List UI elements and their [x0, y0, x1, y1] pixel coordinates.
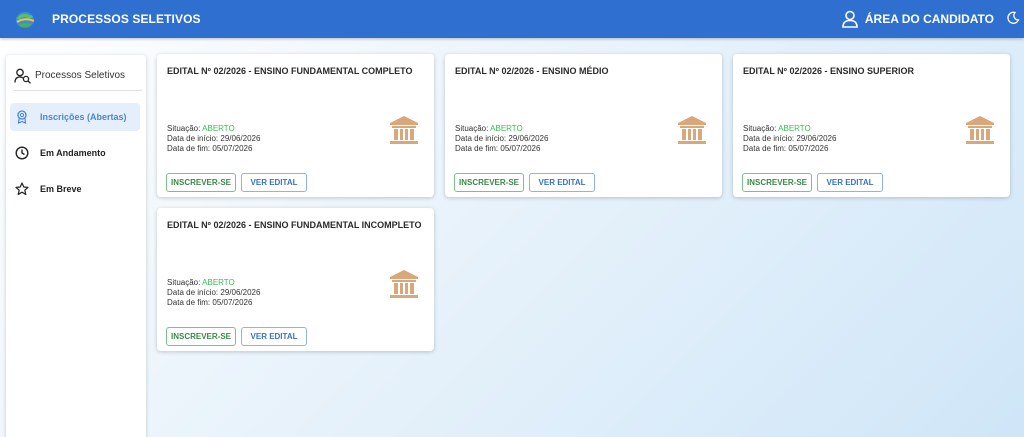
edital-card: EDITAL Nº 02/2026 - ENSINO SUPERIOR Situ…	[733, 54, 1010, 197]
status-badge: ABERTO	[202, 124, 235, 133]
sidebar-item-label: Em Andamento	[40, 148, 106, 158]
start-date: 29/06/2026	[796, 134, 837, 143]
sidebar-header: Processos Seletivos	[14, 65, 142, 91]
clock-icon	[15, 146, 29, 160]
status-label: Situação:	[167, 278, 201, 287]
sidebar-item-em-andamento[interactable]: Em Andamento	[10, 139, 140, 167]
award-icon	[15, 110, 29, 124]
sidebar-header-label: Processos Seletivos	[35, 70, 126, 81]
sidebar-item-inscricoes[interactable]: Inscrições (Abertas)	[10, 103, 140, 131]
sidebar-item-em-breve[interactable]: Em Breve	[10, 175, 140, 203]
card-info: Situação: ABERTO Data de início: 29/06/2…	[455, 124, 548, 154]
view-edital-button[interactable]: VER EDITAL	[241, 327, 307, 346]
star-icon	[15, 182, 29, 196]
card-info: Situação: ABERTO Data de início: 29/06/2…	[167, 124, 260, 154]
end-date-label: Data de fim:	[743, 144, 787, 153]
status-label: Situação:	[455, 124, 489, 133]
globe-logo-icon[interactable]	[13, 8, 37, 30]
card-title: EDITAL Nº 02/2026 - ENSINO FUNDAMENTAL I…	[167, 220, 422, 230]
top-app-bar: PROCESSOS SELETIVOS ÁREA DO CANDIDATO	[0, 0, 1024, 38]
end-date-label: Data de fim:	[167, 298, 211, 307]
card-title: EDITAL Nº 02/2026 - ENSINO SUPERIOR	[743, 66, 914, 76]
subscribe-button[interactable]: INSCREVER-SE	[454, 173, 524, 192]
edital-card: EDITAL Nº 02/2026 - ENSINO MÉDIO Situaçã…	[445, 54, 722, 197]
status-badge: ABERTO	[202, 278, 235, 287]
sidebar-item-label: Em Breve	[40, 184, 82, 194]
view-edital-button[interactable]: VER EDITAL	[241, 173, 307, 192]
bank-icon	[966, 116, 994, 144]
start-date: 29/06/2026	[220, 134, 261, 143]
end-date-label: Data de fim:	[167, 144, 211, 153]
subscribe-button[interactable]: INSCREVER-SE	[166, 173, 236, 192]
edital-card: EDITAL Nº 02/2026 - ENSINO FUNDAMENTAL I…	[157, 208, 434, 351]
start-date: 29/06/2026	[220, 288, 261, 297]
subscribe-button[interactable]: INSCREVER-SE	[742, 173, 812, 192]
status-label: Situação:	[743, 124, 777, 133]
start-date-label: Data de início:	[167, 134, 219, 143]
card-info: Situação: ABERTO Data de início: 29/06/2…	[743, 124, 836, 154]
start-date: 29/06/2026	[508, 134, 549, 143]
start-date-label: Data de início:	[455, 134, 507, 143]
subscribe-button[interactable]: INSCREVER-SE	[166, 327, 236, 346]
start-date-label: Data de início:	[167, 288, 219, 297]
edital-card: EDITAL Nº 02/2026 - ENSINO FUNDAMENTAL C…	[157, 54, 434, 197]
user-search-icon	[14, 68, 31, 84]
end-date: 05/07/2026	[788, 144, 829, 153]
status-badge: ABERTO	[778, 124, 811, 133]
start-date-label: Data de início:	[743, 134, 795, 143]
app-title: PROCESSOS SELETIVOS	[52, 12, 201, 26]
user-icon	[842, 10, 858, 28]
view-edital-button[interactable]: VER EDITAL	[529, 173, 595, 192]
end-date: 05/07/2026	[212, 298, 253, 307]
card-title: EDITAL Nº 02/2026 - ENSINO FUNDAMENTAL C…	[167, 66, 413, 76]
view-edital-button[interactable]: VER EDITAL	[817, 173, 883, 192]
end-date: 05/07/2026	[500, 144, 541, 153]
card-info: Situação: ABERTO Data de início: 29/06/2…	[167, 278, 260, 308]
status-label: Situação:	[167, 124, 201, 133]
bank-icon	[390, 116, 418, 144]
end-date-label: Data de fim:	[455, 144, 499, 153]
end-date: 05/07/2026	[212, 144, 253, 153]
bank-icon	[678, 116, 706, 144]
status-badge: ABERTO	[490, 124, 523, 133]
moon-icon[interactable]	[1006, 11, 1020, 25]
card-title: EDITAL Nº 02/2026 - ENSINO MÉDIO	[455, 66, 609, 76]
candidate-area-button[interactable]: ÁREA DO CANDIDATO	[841, 9, 994, 29]
candidate-area-label: ÁREA DO CANDIDATO	[864, 12, 994, 26]
sidebar-item-label: Inscrições (Abertas)	[40, 112, 127, 122]
bank-icon	[390, 270, 418, 298]
sidebar: Processos Seletivos Inscrições (Abertas)…	[6, 55, 146, 437]
